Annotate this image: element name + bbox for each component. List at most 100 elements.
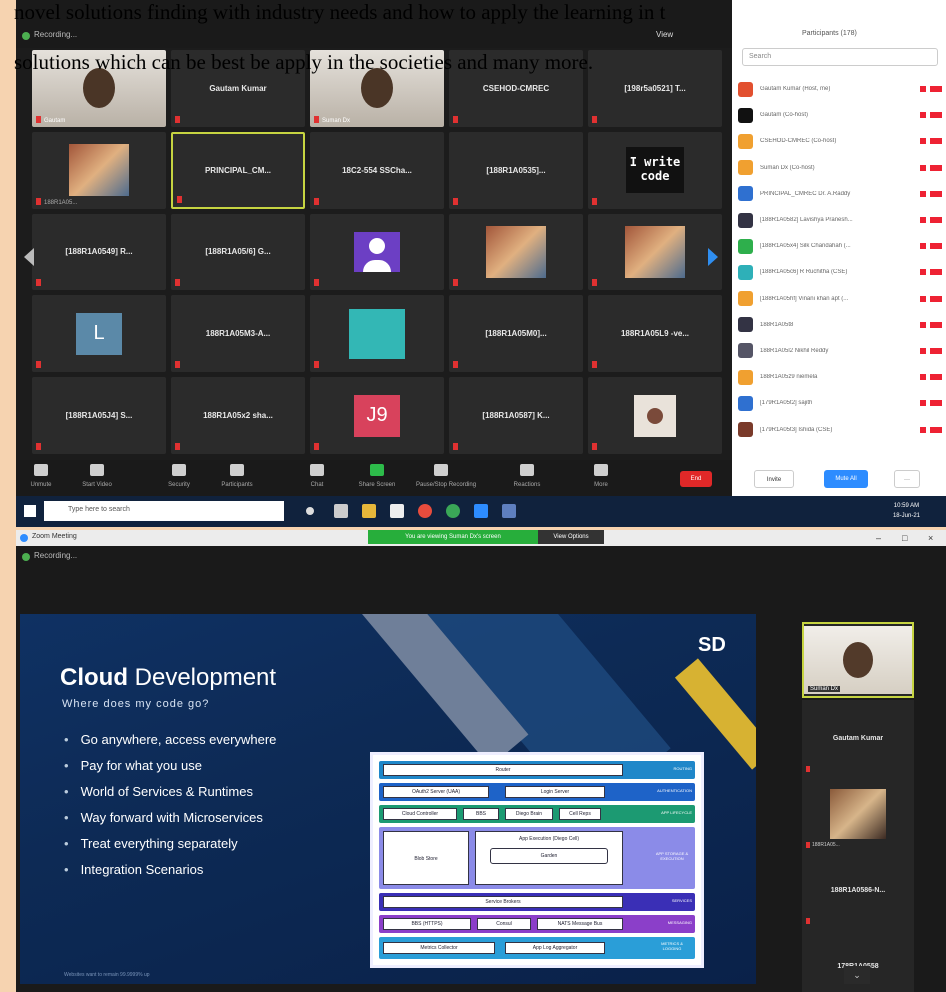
task-view-icon[interactable] [306,507,314,515]
view-options-dropdown[interactable]: View Options [538,530,604,544]
participant-avatar [738,212,753,228]
architecture-diagram: Router ROUTING OAuth2 Server (UAA) Login… [370,752,704,968]
participant-list-item[interactable]: 188R1A05z9 niemela [738,364,942,390]
participant-list-item[interactable]: Suman Dx (Co-host) [738,155,942,181]
browser-icon[interactable] [446,504,460,518]
participant-video-tile[interactable]: 188R1A05x2 sha... [171,377,305,454]
participant-video-tile[interactable]: [188R1A0535]... [449,131,583,209]
participant-list-item[interactable]: [188R1A05c6] R Ruchitha (CSE) [738,259,942,285]
log-aggregator-box: App Log Aggregator [505,942,605,954]
participant-video-tile[interactable]: Suman Dx [802,622,914,698]
muted-mic-icon [453,279,458,287]
gallery-next-icon[interactable] [708,248,718,266]
participant-list-item[interactable]: 188R1A05l2 Nikhil Reddy [738,338,942,364]
participant-list-item[interactable]: [188R1A05hf] Vinani khan apt (... [738,286,942,312]
muted-mic-icon [36,115,41,123]
taskbar-search-input[interactable]: Type here to search [44,501,284,521]
participant-video-tile[interactable]: [188R1A05/6] G... [171,213,305,291]
invite-button[interactable]: Invite [754,470,794,488]
participant-search-input[interactable]: Search [742,48,938,66]
muted-status-icon [920,269,942,276]
windows-start-icon[interactable] [24,505,36,517]
toolbar-button[interactable]: Start Video [72,464,122,488]
bullet-item: Way forward with Microservices [64,810,276,836]
participant-name: [188R1A0587] K... [482,411,550,421]
participant-list-item[interactable]: Gautam Kumar (Host, me) [738,76,942,102]
participant-video-tile[interactable]: I write code [588,131,722,209]
toolbar-button-label: Start Video [82,482,112,488]
participant-video-tile[interactable]: 188R1A0586-N... [802,852,914,928]
end-meeting-button[interactable]: End [680,471,712,487]
zoom-gallery-screenshot: Recording... View Gautam Gautam Kumar Sum… [16,0,946,527]
participant-list-name: Gautam (Co-host) [760,112,809,119]
participant-list-item[interactable]: [188R1A05x4] Silk Chandahah (... [738,233,942,259]
app-storage-layer: Blob Store App Execution (Diego Cell) Ga… [379,827,695,889]
toolbar-button[interactable]: Participants [212,464,262,488]
toolbar-button[interactable]: Pause/Stop Recording [416,464,476,488]
toolbar-button[interactable]: Chat [292,464,342,488]
participant-video-tile[interactable] [310,295,444,373]
participant-initials-avatar: J9 [354,394,400,437]
view-button[interactable]: View [656,30,673,39]
participant-list-item[interactable]: Gautam (Co-host) [738,102,942,128]
gallery-prev-icon[interactable] [24,248,34,266]
participant-list-item[interactable]: 188R1A05t8 [738,312,942,338]
file-explorer-icon[interactable] [334,504,348,518]
participant-video-tile[interactable] [310,213,444,291]
participant-video-tile[interactable] [449,213,583,291]
participant-video-tile[interactable]: Gautam Kumar [802,700,914,776]
app-icon[interactable] [502,504,516,518]
muted-mic-icon [592,279,597,287]
toolbar-button[interactable]: Security [154,464,204,488]
participant-video-tile[interactable]: 188R1A05L9 -ve... [588,295,722,373]
toolbar-button[interactable]: Reactions [502,464,552,488]
participant-name: 188R1A05x2 sha... [203,411,273,421]
participant-list-item[interactable]: [188R1A0582] Lavishya Pranesh... [738,207,942,233]
participant-video-tile[interactable]: 18C2-554 SSCha... [310,131,444,209]
participant-list-name: Suman Dx (Co-host) [760,164,815,171]
participant-list-name: [188R1A0582] Lavishya Pranesh... [760,217,853,224]
muted-mic-icon [175,443,180,450]
mute-all-button[interactable]: Mute All [824,470,868,488]
maximize-icon[interactable]: □ [902,533,907,543]
minimize-icon[interactable]: – [876,533,881,543]
toolbar-button[interactable]: More [576,464,626,488]
chrome-icon[interactable] [418,504,432,518]
bullet-item: Pay for what you use [64,758,276,784]
participant-photo [69,144,129,197]
participant-video-tile[interactable]: [188R1A05M0]... [449,295,583,373]
participant-video-tile[interactable]: PRINCIPAL_CM... [171,131,305,209]
participant-video-tile[interactable]: J9 [310,377,444,454]
participant-list-name: 188R1A05z9 niemela [760,374,818,381]
participant-video-tile[interactable]: [188R1A0587] K... [449,377,583,454]
participant-video-tile[interactable]: [198r5a0521] T... [588,50,722,127]
participant-video-tile[interactable] [588,377,722,454]
chat-icon [310,464,324,476]
muted-status-icon [920,243,942,250]
participant-video-tile[interactable]: [188R1A05J4] S... [32,377,166,454]
participant-list-item[interactable]: CSEHOD-CMREC (Co-host) [738,128,942,154]
participant-video-tile[interactable] [588,213,722,291]
participant-name: 188R1A05... [44,199,78,206]
muted-mic-icon [314,115,319,123]
close-icon[interactable]: × [928,533,933,543]
participant-list-item[interactable]: [179R1A05t2] sajith [738,390,942,416]
slide-logo: SD [698,634,726,656]
participant-video-tile[interactable]: 188R1A05... [802,776,914,852]
participant-video-tile[interactable]: 188R1A05M3-A... [171,295,305,373]
folder-icon[interactable] [362,504,376,518]
participant-list-item[interactable]: PRINCIPAL_CMREC Dr. A.Raddy [738,181,942,207]
more-options-button[interactable]: ··· [894,470,920,488]
participant-video-tile[interactable]: 188R1A05... [32,131,166,209]
toolbar-button[interactable]: Share Screen [352,464,402,488]
muted-mic-icon [36,443,41,450]
consul-box: Consul [477,918,531,930]
zoom-app-icon[interactable] [474,504,488,518]
participant-video-tile[interactable]: [188R1A0549] R... [32,213,166,291]
toolbar-button[interactable]: Unmute [16,464,66,488]
document-icon[interactable] [390,504,404,518]
participant-video-tile[interactable]: L [32,295,166,373]
scroll-down-icon[interactable]: ⌄ [844,966,870,984]
toolbar-button-label: More [594,482,608,488]
participant-list-item[interactable]: [179R1A05t3] Ishida (CSE) [738,416,942,442]
